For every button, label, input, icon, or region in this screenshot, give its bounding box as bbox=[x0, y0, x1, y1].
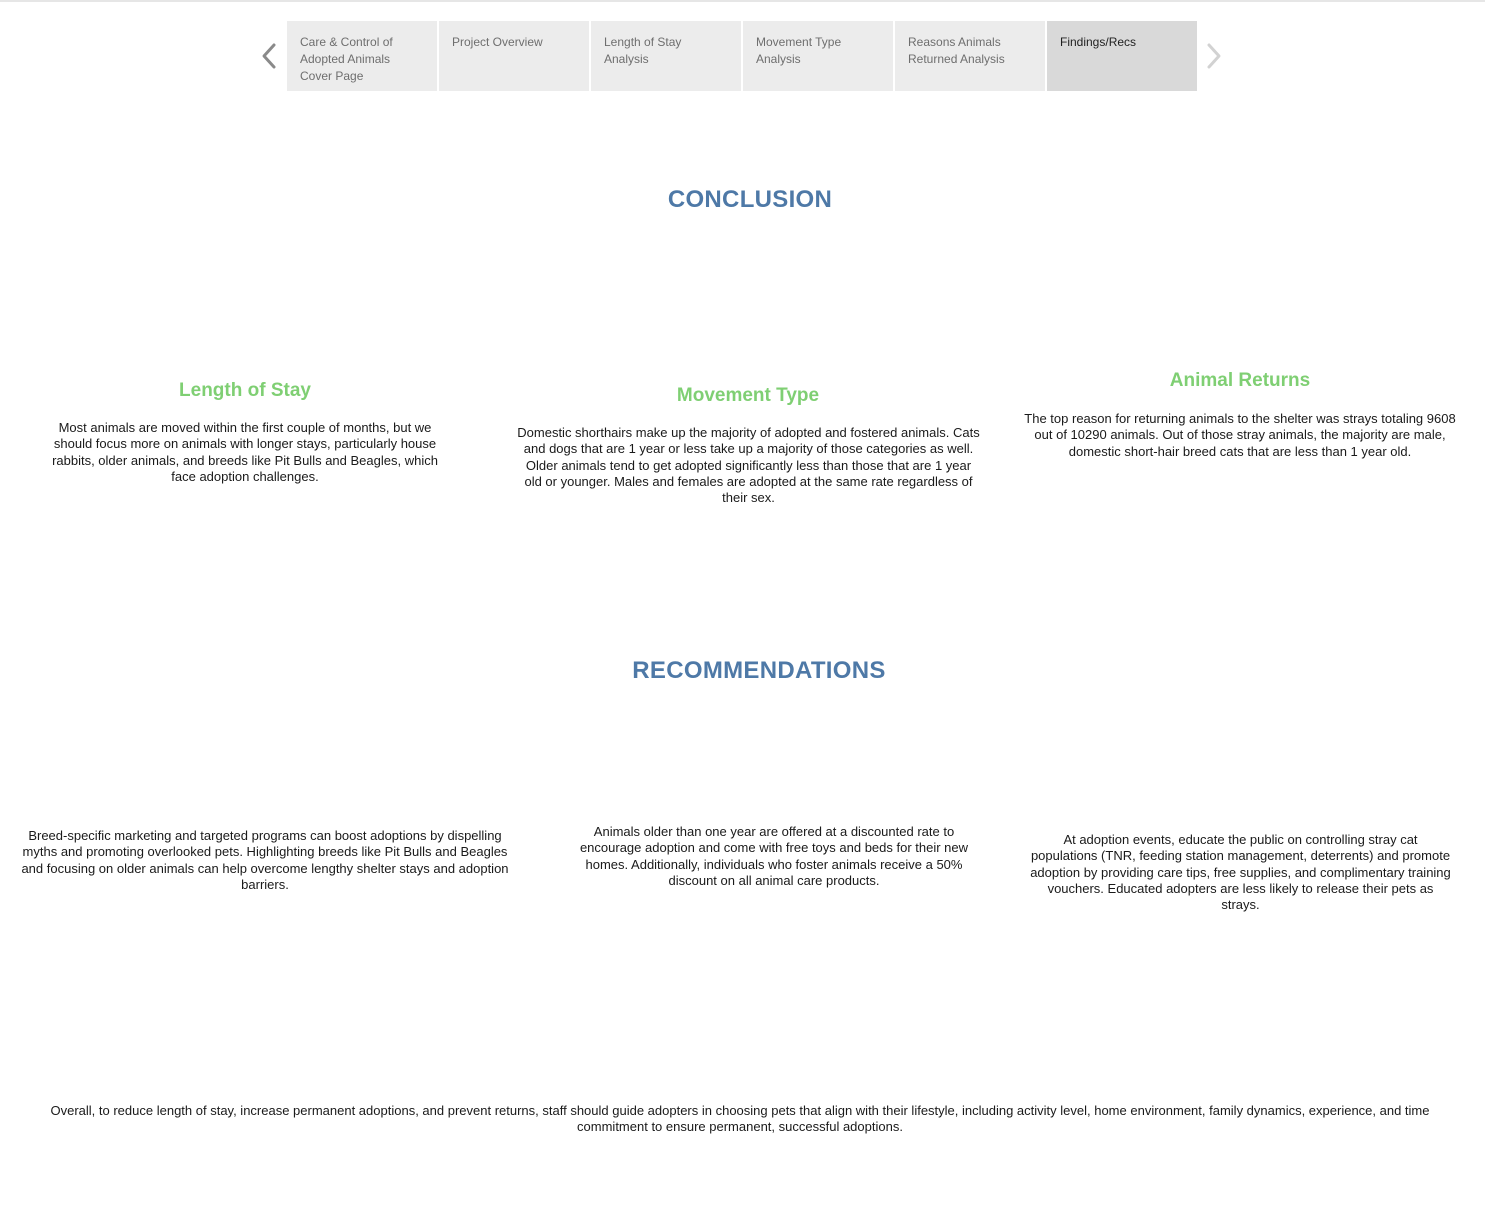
movement-type-text: Domestic shorthairs make up the majority… bbox=[517, 425, 980, 506]
tab-label: Care & Control of Adopted Animals Cover … bbox=[300, 35, 393, 83]
chevron-left-icon bbox=[262, 43, 276, 69]
tab-project-overview[interactable]: Project Overview bbox=[439, 21, 589, 91]
recommendation-breed-marketing: Breed-specific marketing and targeted pr… bbox=[21, 828, 509, 892]
animal-returns-text: The top reason for returning animals to … bbox=[1024, 411, 1456, 459]
animal-returns-heading: Animal Returns bbox=[1169, 370, 1311, 391]
dashboard-story-page: Care & Control of Adopted Animals Cover … bbox=[0, 0, 1485, 1228]
overall-recommendation: Overall, to reduce length of stay, incre… bbox=[50, 1103, 1430, 1135]
movement-type-heading: Movement Type bbox=[676, 385, 820, 406]
recommendation-stray-education: At adoption events, educate the public o… bbox=[1030, 832, 1451, 913]
previous-story-point-button[interactable] bbox=[256, 38, 282, 74]
story-point-tabs: Care & Control of Adopted Animals Cover … bbox=[287, 21, 1197, 91]
next-story-point-button[interactable] bbox=[1201, 38, 1227, 74]
tab-findings-recs[interactable]: Findings/Recs bbox=[1047, 21, 1197, 91]
tab-label: Reasons Animals Returned Analysis bbox=[908, 35, 1005, 66]
tab-length-of-stay-analysis[interactable]: Length of Stay Analysis bbox=[591, 21, 741, 91]
recommendation-discounts: Animals older than one year are offered … bbox=[579, 824, 969, 888]
conclusion-heading: CONCLUSION bbox=[667, 186, 833, 213]
tab-label: Findings/Recs bbox=[1060, 35, 1137, 49]
tab-label: Length of Stay Analysis bbox=[604, 35, 682, 66]
tab-movement-type-analysis[interactable]: Movement Type Analysis bbox=[743, 21, 893, 91]
tab-label: Project Overview bbox=[452, 35, 543, 49]
tab-reasons-animals-returned[interactable]: Reasons Animals Returned Analysis bbox=[895, 21, 1045, 91]
length-of-stay-text: Most animals are moved within the first … bbox=[52, 420, 438, 484]
chevron-right-icon bbox=[1207, 43, 1221, 69]
recommendations-heading: RECOMMENDATIONS bbox=[632, 657, 886, 684]
top-divider bbox=[0, 0, 1485, 2]
tab-label: Movement Type Analysis bbox=[756, 35, 842, 66]
tab-cover-page[interactable]: Care & Control of Adopted Animals Cover … bbox=[287, 21, 437, 91]
length-of-stay-heading: Length of Stay bbox=[179, 380, 311, 401]
